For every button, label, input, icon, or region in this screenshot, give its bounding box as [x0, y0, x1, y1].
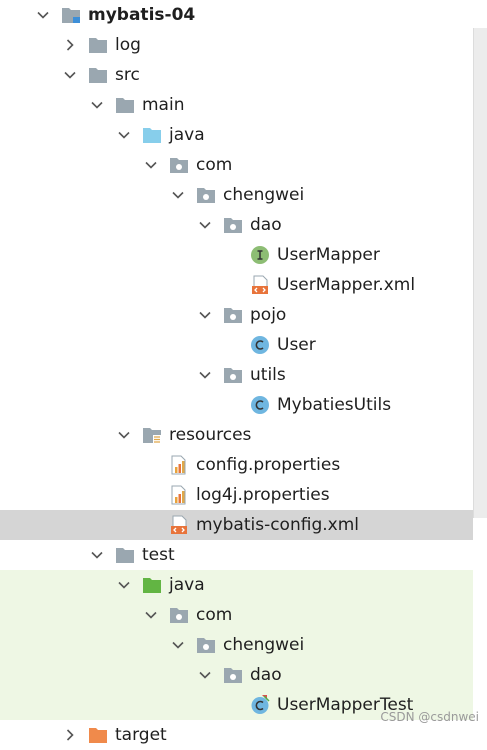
folder-icon [88, 35, 108, 55]
chevron-down-icon[interactable] [170, 637, 186, 653]
tree-item-label: resources [169, 425, 252, 445]
chevron-right-icon[interactable] [62, 37, 78, 53]
chevron-down-icon[interactable] [116, 127, 132, 143]
tree-item-usermapper-xml[interactable]: UserMapper.xml [0, 270, 473, 300]
tree-item-label: java [169, 575, 205, 595]
tree-item-java[interactable]: java [0, 120, 473, 150]
tree-item-target[interactable]: target [0, 720, 473, 750]
module-folder-icon [61, 5, 81, 25]
chevron-down-icon[interactable] [170, 187, 186, 203]
tree-item-label: MybatiesUtils [277, 395, 392, 415]
folder-icon [115, 95, 135, 115]
package-icon [223, 665, 243, 685]
properties-file-icon [169, 455, 189, 475]
tree-item-usermapper[interactable]: UserMapper [0, 240, 473, 270]
tree-item-mybatis-config-xml[interactable]: mybatis-config.xml [0, 510, 473, 540]
package-icon [223, 365, 243, 385]
tree-item-log4j-properties[interactable]: log4j.properties [0, 480, 473, 510]
package-icon [169, 605, 189, 625]
tree-item-test[interactable]: test [0, 540, 473, 570]
tree-item-config-properties[interactable]: config.properties [0, 450, 473, 480]
tree-item-label: target [115, 725, 167, 745]
tree-item-com[interactable]: com [0, 150, 473, 180]
xml-file-icon [169, 515, 189, 535]
tree-item-label: src [115, 65, 140, 85]
chevron-down-icon[interactable] [35, 7, 51, 23]
tree-item-label: com [196, 155, 233, 175]
tree-item-label: User [277, 335, 316, 355]
tree-item-mybatiesutils[interactable]: MybatiesUtils [0, 390, 473, 420]
folder-icon [115, 545, 135, 565]
tree-item-label: test [142, 545, 175, 565]
class-icon [250, 395, 270, 415]
folder-icon [88, 65, 108, 85]
chevron-down-icon[interactable] [116, 577, 132, 593]
tree-item-label: chengwei [223, 185, 305, 205]
class-icon [250, 335, 270, 355]
tree-item-label: dao [250, 665, 282, 685]
chevron-down-icon[interactable] [89, 97, 105, 113]
tree-item-resources[interactable]: resources [0, 420, 473, 450]
interface-icon [250, 245, 270, 265]
tree-item-dao[interactable]: dao [0, 660, 473, 690]
tree-item-label: com [196, 605, 233, 625]
tree-item-com[interactable]: com [0, 600, 473, 630]
tree-item-label: log [115, 35, 141, 55]
chevron-down-icon[interactable] [143, 157, 159, 173]
tree-item-label: mybatis-config.xml [196, 515, 359, 535]
tree-item-main[interactable]: main [0, 90, 473, 120]
tree-item-user[interactable]: User [0, 330, 473, 360]
chevron-down-icon[interactable] [89, 547, 105, 563]
tree-item-utils[interactable]: utils [0, 360, 473, 390]
tree-item-src[interactable]: src [0, 60, 473, 90]
tree-item-label: java [169, 125, 205, 145]
package-icon [223, 215, 243, 235]
chevron-down-icon[interactable] [116, 427, 132, 443]
tree-item-label: pojo [250, 305, 287, 325]
tree-item-label: UserMapper.xml [277, 275, 416, 295]
tree-item-label: config.properties [196, 455, 341, 475]
project-tree: mybatis-04 log src main java com chengwei dao Us… [0, 0, 487, 745]
tree-item-mybatis-04[interactable]: mybatis-04 [0, 0, 473, 30]
xml-file-icon [250, 275, 270, 295]
tree-item-log[interactable]: log [0, 30, 473, 60]
tree-item-label: mybatis-04 [88, 5, 196, 25]
package-icon [169, 155, 189, 175]
chevron-down-icon[interactable] [197, 367, 213, 383]
chevron-right-icon[interactable] [62, 727, 78, 743]
chevron-down-icon[interactable] [143, 607, 159, 623]
tree-item-pojo[interactable]: pojo [0, 300, 473, 330]
tree-item-dao[interactable]: dao [0, 210, 473, 240]
tree-item-label: log4j.properties [196, 485, 330, 505]
tree-item-label: UserMapper [277, 245, 380, 265]
properties-file-icon [169, 485, 189, 505]
resources-folder-icon [142, 425, 162, 445]
chevron-down-icon[interactable] [197, 667, 213, 683]
tree-item-label: chengwei [223, 635, 305, 655]
package-icon [196, 635, 216, 655]
chevron-down-icon[interactable] [197, 217, 213, 233]
test-root-folder-icon [142, 575, 162, 595]
tree-item-label: dao [250, 215, 282, 235]
watermark: CSDN @csdnwei [380, 710, 479, 724]
chevron-down-icon[interactable] [62, 67, 78, 83]
excluded-folder-icon [88, 725, 108, 745]
tree-item-label: main [142, 95, 185, 115]
package-icon [196, 185, 216, 205]
test-class-icon [250, 695, 270, 715]
tree-item-chengwei[interactable]: chengwei [0, 180, 473, 210]
vertical-scrollbar[interactable] [473, 28, 487, 518]
chevron-down-icon[interactable] [197, 307, 213, 323]
tree-item-java[interactable]: java [0, 570, 473, 600]
tree-item-chengwei[interactable]: chengwei [0, 630, 473, 660]
package-icon [223, 305, 243, 325]
source-root-folder-icon [142, 125, 162, 145]
tree-item-label: utils [250, 365, 286, 385]
